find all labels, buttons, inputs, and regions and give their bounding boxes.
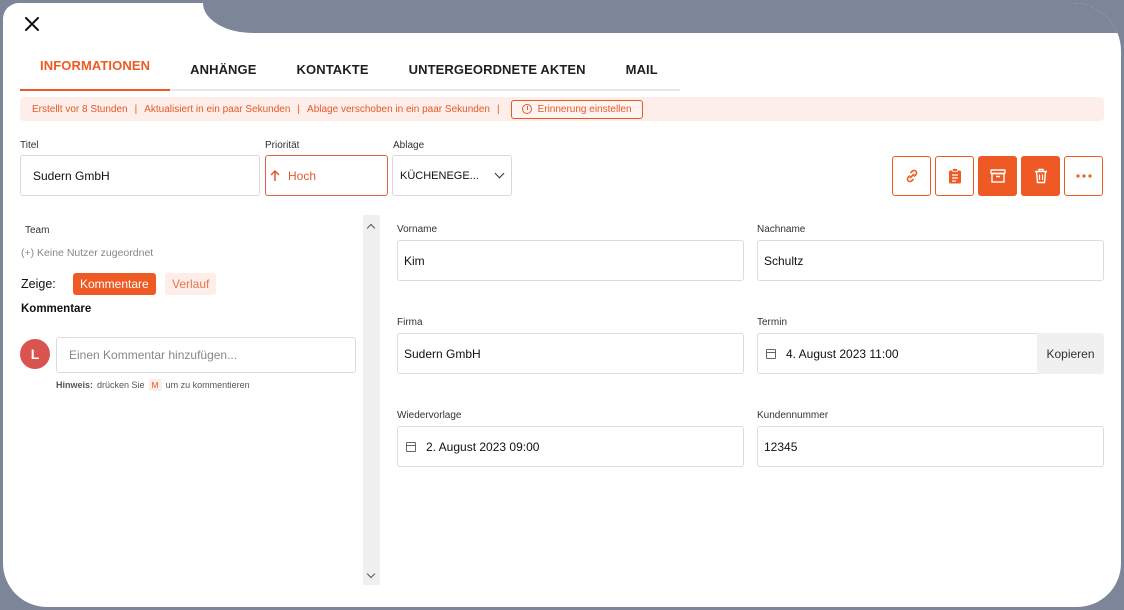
link-icon [906, 169, 917, 183]
comment-input[interactable]: Einen Kommentar hinzufügen... [56, 337, 356, 373]
scroll-down-icon[interactable] [366, 569, 376, 579]
avatar: L [20, 339, 50, 369]
calendar-icon [406, 441, 416, 452]
scroll-up-icon[interactable] [366, 223, 376, 233]
separator: | [496, 103, 500, 115]
nachname-field[interactable]: Schultz [757, 240, 1104, 281]
close-icon [25, 17, 39, 31]
vorname-field[interactable]: Kim [397, 240, 744, 281]
clock-icon [521, 104, 532, 114]
nachname-value: Schultz [764, 253, 804, 268]
kundennummer-value: 12345 [764, 439, 798, 454]
copy-date-button[interactable]: Kopieren [1037, 333, 1104, 374]
show-label: Zeige: [21, 277, 56, 291]
tab-anhaenge[interactable]: ANHÄNGE [170, 48, 276, 91]
wiedervorlage-label: Wiedervorlage [397, 410, 462, 421]
separator: | [297, 103, 301, 115]
title-value: Sudern GmbH [33, 168, 110, 183]
updated-info: Aktualisiert in ein paar Sekunden [144, 103, 291, 115]
trash-icon [1034, 168, 1047, 184]
filing-value: KÜCHENEGE... [400, 169, 479, 182]
title-label: Titel [20, 140, 39, 151]
firma-value: Sudern GmbH [404, 346, 481, 361]
title-field[interactable]: Sudern GmbH [20, 155, 260, 196]
copy-link-button[interactable] [892, 156, 931, 196]
moved-info: Ablage verschoben in ein paar Sekunden [307, 103, 490, 115]
firma-field[interactable]: Sudern GmbH [397, 333, 744, 374]
chevron-down-icon [494, 168, 505, 179]
separator: | [134, 103, 138, 115]
filing-label: Ablage [393, 140, 425, 151]
show-comments-toggle[interactable]: Kommentare [73, 273, 156, 295]
more-options-button[interactable] [1064, 156, 1103, 196]
comment-hint: Hinweis: drücken Sie M um zu kommentiere… [56, 379, 250, 391]
priority-select[interactable]: Hoch [265, 155, 388, 196]
comments-heading: Kommentare [21, 303, 92, 315]
vorname-label: Vorname [397, 224, 438, 235]
filing-select[interactable]: KÜCHENEGE... [392, 155, 512, 196]
tab-kontakte[interactable]: KONTAKTE [277, 48, 389, 91]
reminder-label: Erinnerung einstellen [537, 103, 632, 115]
hint-pre: drücken Sie [97, 380, 145, 390]
tab-untergeordnete-akten[interactable]: UNTERGEORDNETE AKTEN [389, 48, 606, 91]
assign-users-link[interactable]: (+) Keine Nutzer zugeordnet [21, 247, 153, 259]
clipboard-icon [948, 168, 961, 184]
activity-info-bar: Erstellt vor 8 Stunden | Aktualisiert in… [20, 97, 1104, 121]
delete-button[interactable] [1021, 156, 1060, 196]
firma-label: Firma [397, 317, 423, 328]
hint-key: M [148, 379, 162, 391]
arrow-up-icon [270, 169, 280, 181]
kundennummer-label: Kundennummer [757, 410, 829, 421]
hint-post: um zu kommentieren [165, 380, 250, 390]
priority-label: Priorität [265, 140, 300, 151]
created-info: Erstellt vor 8 Stunden [32, 103, 128, 115]
hint-bold: Hinweis: [56, 380, 94, 390]
left-panel-scrollbar[interactable] [363, 215, 380, 585]
tasks-button[interactable] [935, 156, 974, 196]
set-reminder-button[interactable]: Erinnerung einstellen [510, 99, 643, 119]
tab-informationen[interactable]: INFORMATIONEN [20, 48, 171, 91]
kundennummer-field[interactable]: 12345 [757, 426, 1104, 467]
archive-icon [989, 169, 1006, 183]
termin-value: 4. August 2023 11:00 [786, 346, 899, 361]
archive-button[interactable] [978, 156, 1017, 196]
show-history-toggle[interactable]: Verlauf [165, 273, 217, 295]
modal-corner-cutout [203, 3, 1121, 33]
close-button[interactable] [22, 15, 42, 35]
priority-value: Hoch [288, 168, 317, 183]
termin-field[interactable]: 4. August 2023 11:00 [757, 333, 1039, 374]
tab-bar: INFORMATIONEN ANHÄNGE KONTAKTE UNTERGEOR… [20, 48, 680, 91]
more-dots-icon [1075, 174, 1092, 178]
nachname-label: Nachname [757, 224, 806, 235]
wiedervorlage-value: 2. August 2023 09:00 [426, 439, 540, 454]
calendar-icon [766, 348, 776, 359]
record-modal: INFORMATIONEN ANHÄNGE KONTAKTE UNTERGEOR… [3, 3, 1121, 607]
tab-mail[interactable]: MAIL [606, 48, 678, 91]
team-label: Team [25, 225, 50, 236]
wiedervorlage-field[interactable]: 2. August 2023 09:00 [397, 426, 744, 467]
vorname-value: Kim [404, 253, 425, 268]
termin-label: Termin [757, 317, 788, 328]
